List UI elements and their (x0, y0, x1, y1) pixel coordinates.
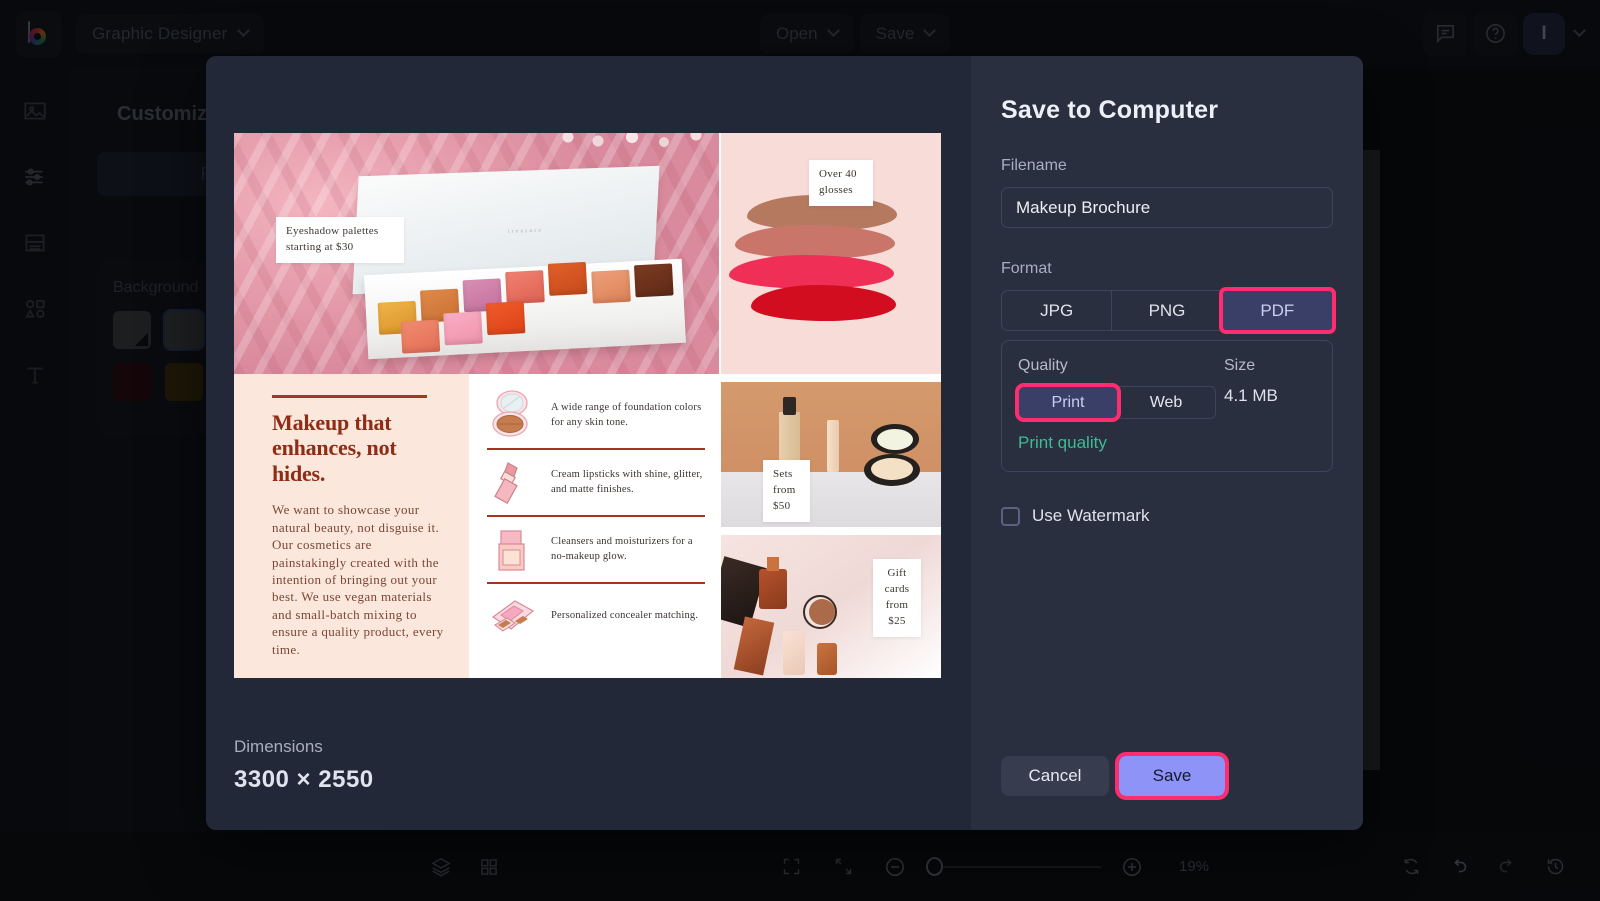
cleanser-bottle-icon (485, 524, 541, 576)
hero-image: treasure Eyeshadow palettes starting at … (234, 133, 719, 374)
list-item: A wide range of foundation colors for an… (485, 386, 707, 445)
save-settings-pane: Save to Computer Filename Format JPG PNG… (971, 56, 1363, 830)
lipstick-icon (485, 457, 541, 509)
quality-web[interactable]: Web (1117, 387, 1215, 418)
quality-segmented-control: Print Web (1015, 383, 1216, 422)
quality-card: Quality Print Web Print quality Size 4.1… (1001, 340, 1333, 472)
filename-label: Filename (1001, 157, 1067, 174)
brochure-canvas: treasure Eyeshadow palettes starting at … (234, 133, 941, 678)
feature-list: A wide range of foundation colors for an… (469, 374, 719, 678)
dialog-title: Save to Computer (1001, 96, 1219, 124)
watermark-label: Use Watermark (1032, 506, 1150, 525)
brochure-left-column: treasure Eyeshadow palettes starting at … (234, 133, 719, 678)
feature-text: Cleansers and moisturizers for a no-make… (551, 536, 693, 562)
dialog-actions: Cancel Save (1001, 752, 1229, 800)
dimensions-label: Dimensions (234, 737, 323, 756)
format-label: Format (1001, 260, 1052, 277)
list-item: Cream lipsticks with shine, glitter, and… (485, 453, 707, 512)
save-to-computer-dialog: treasure Eyeshadow palettes starting at … (206, 56, 1363, 830)
size-label: Size (1224, 357, 1256, 374)
feature-divider (487, 515, 705, 517)
save-button[interactable]: Save (1115, 752, 1229, 800)
quality-print[interactable]: Print (1015, 383, 1121, 422)
brochure-gap (721, 527, 941, 535)
glosses-callout: Over 40 glosses (809, 160, 873, 206)
blush-palette-icon (485, 591, 541, 643)
design-preview[interactable]: treasure Eyeshadow palettes starting at … (234, 133, 941, 678)
list-item: Cleansers and moisturizers for a no-make… (485, 520, 707, 579)
preview-pane: treasure Eyeshadow palettes starting at … (206, 56, 971, 830)
pearls-decoration (554, 133, 719, 155)
palette-brand-label: treasure (507, 227, 544, 235)
brochure-headline: Makeup that enhances, not hides. (272, 409, 397, 487)
quality-group: Quality Print Web Print quality (1015, 357, 1224, 453)
dimensions-block: Dimensions 3300 × 2550 (234, 737, 374, 794)
watermark-checkbox[interactable] (1001, 506, 1020, 526)
format-png[interactable]: PNG (1112, 291, 1223, 330)
brochure-lower: Makeup that enhances, not hides. We want… (234, 374, 719, 678)
list-item: Personalized concealer matching. (485, 587, 707, 646)
feature-text: Personalized concealer matching. (551, 610, 699, 622)
feature-divider (487, 448, 705, 450)
brochure-gap (721, 374, 941, 382)
watermark-row[interactable]: Use Watermark (1001, 506, 1333, 526)
dimensions-value: 3300 × 2550 (234, 766, 374, 793)
format-pdf[interactable]: PDF (1218, 287, 1336, 334)
size-value: 4.1 MB (1224, 386, 1278, 405)
foundation-sets-image: Sets from $50 (721, 382, 941, 527)
filename-input[interactable] (1001, 187, 1333, 228)
copy-divider (272, 395, 427, 398)
lip-swatches-image: Over 40 glosses (721, 133, 941, 374)
hero-callout: Eyeshadow palettes starting at $30 (276, 217, 404, 263)
compact-powder-icon (485, 389, 541, 442)
feature-text: Cream lipsticks with shine, glitter, and… (551, 469, 703, 495)
copy-column: Makeup that enhances, not hides. We want… (234, 374, 469, 678)
brochure-body: We want to showcase your natural beauty,… (272, 502, 444, 657)
quality-label: Quality (1018, 357, 1068, 374)
brochure-right-column: Over 40 glosses Sets from $50 Gift cards… (719, 133, 941, 678)
gift-callout: Gift cards from $25 (873, 559, 921, 637)
cancel-button[interactable]: Cancel (1001, 756, 1109, 796)
size-group: Size 4.1 MB (1224, 357, 1316, 453)
sets-callout: Sets from $50 (763, 460, 810, 522)
format-jpg[interactable]: JPG (1002, 291, 1113, 330)
feature-text: A wide range of foundation colors for an… (551, 402, 702, 428)
quality-note: Print quality (1018, 433, 1107, 452)
format-segmented-control: JPG PNG PDF (1001, 287, 1336, 334)
app-root: Graphic Designer Open Save (0, 0, 1600, 901)
gift-cards-image: Gift cards from $25 (721, 535, 941, 678)
feature-divider (487, 582, 705, 584)
eyeshadow-pans (376, 261, 680, 354)
